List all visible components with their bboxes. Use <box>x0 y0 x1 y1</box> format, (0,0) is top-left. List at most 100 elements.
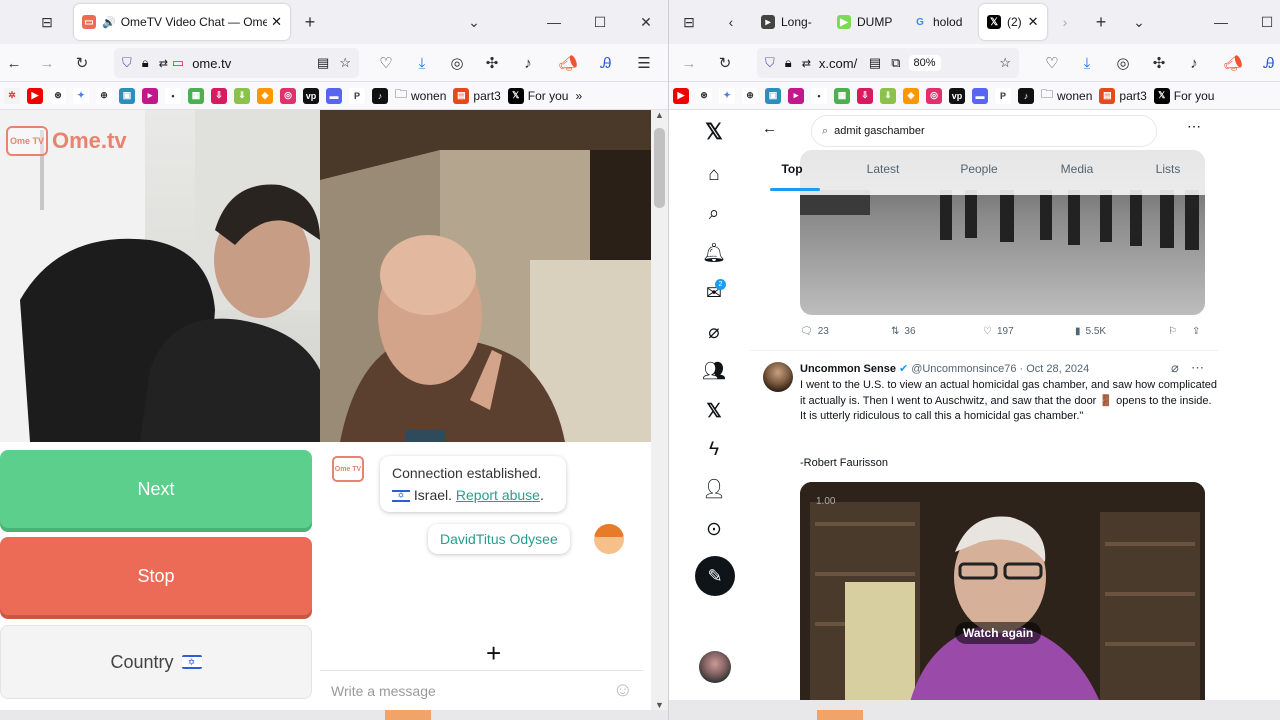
bookmark-for-you[interactable]: 𝕏 For you <box>1153 87 1214 104</box>
account-avatar[interactable] <box>699 651 731 683</box>
chat-icon[interactable]: ▬ <box>972 87 988 104</box>
tweet-video[interactable]: 1.00 Watch again <box>800 482 1205 700</box>
bookmark-wonen[interactable]: 🗀 wonen <box>395 85 446 106</box>
tweet-author-avatar[interactable] <box>763 362 793 392</box>
back-arrow-icon[interactable]: ← <box>762 120 777 137</box>
translate-icon[interactable]: Ꭿ <box>592 49 620 77</box>
sheet-icon[interactable]: ▦ <box>188 87 204 104</box>
bookmark-for-you[interactable]: 𝕏 For you <box>507 87 568 104</box>
translate-icon[interactable]: Ꭿ <box>1255 49 1280 77</box>
dot-icon[interactable]: • <box>811 87 827 104</box>
instagram-icon[interactable]: ◎ <box>280 87 296 104</box>
sheet-icon[interactable]: ▦ <box>834 87 850 104</box>
bookmark-wonen[interactable]: 🗀 wonen <box>1041 85 1092 106</box>
globe-icon[interactable]: ⊕ <box>96 87 112 104</box>
lock-icon[interactable]: 🔒︎ <box>785 55 792 71</box>
bookmark-icon[interactable]: ⚐ <box>1168 326 1177 337</box>
url-bar[interactable]: ⛉ 🔒︎ ⇄ x.com/ ▤ ⧉ 80% ☆ <box>757 48 1019 78</box>
tab-people[interactable]: People <box>954 162 1004 176</box>
forward-icon[interactable]: → <box>675 49 703 77</box>
shield-icon[interactable]: ⛉ <box>122 55 132 71</box>
extensions-icon[interactable]: ✣ <box>1145 49 1173 77</box>
tab-dump[interactable]: ▶ DUMP <box>829 4 899 40</box>
tab-overview-icon[interactable]: ⊟ <box>33 8 61 36</box>
tab-lists[interactable]: Lists <box>1143 162 1193 176</box>
video-icon[interactable]: ▸ <box>142 87 158 104</box>
minimize-icon[interactable]: — <box>540 8 568 36</box>
download-icon[interactable]: ⤓ <box>1073 49 1101 77</box>
messages-icon[interactable]: ✉ 2 <box>695 274 733 312</box>
new-tab-icon[interactable]: + <box>1087 8 1115 36</box>
tweet-date[interactable]: · Oct 28, 2024 <box>1020 363 1090 375</box>
message-input[interactable]: Write a message ☺ <box>320 670 643 710</box>
reload-icon[interactable]: ↻ <box>68 49 96 77</box>
maximize-icon[interactable]: ☐ <box>586 8 614 36</box>
emoji-icon[interactable]: ☺ <box>613 679 633 702</box>
tab-google[interactable]: G holod <box>905 4 975 40</box>
star-icon[interactable]: ☆ <box>999 55 1011 71</box>
more-options-icon[interactable]: ⋯ <box>1187 118 1201 135</box>
extensions-icon[interactable]: ✣ <box>478 49 506 77</box>
like-action[interactable]: ♡ 197 <box>983 326 1014 337</box>
shield-icon[interactable]: ⛉ <box>765 55 775 71</box>
verified-orgs-icon[interactable]: ϟ <box>695 431 733 469</box>
views-action[interactable]: ▮ 5.5K <box>1075 326 1106 337</box>
scroll-up-icon[interactable]: ▲ <box>651 110 668 120</box>
reader-icon[interactable]: ▤ <box>869 55 881 71</box>
vp-icon[interactable]: vp <box>949 87 965 104</box>
screenshot-icon[interactable]: ⧉ <box>891 55 900 71</box>
globe-icon[interactable]: ⊕ <box>742 87 758 104</box>
megaphone-icon[interactable]: 📣︎ <box>554 49 582 77</box>
page-scrollbar[interactable]: ▲ ▼ <box>651 110 668 710</box>
bookmark-part3[interactable]: ▤ part3 <box>453 87 501 104</box>
camera-icon[interactable]: ▭ <box>172 55 184 71</box>
star-icon[interactable]: ☆ <box>339 55 351 71</box>
window-close-icon[interactable]: ✕ <box>632 8 660 36</box>
p-icon[interactable]: P <box>995 87 1011 104</box>
scroll-thumb[interactable] <box>654 128 665 208</box>
menu-icon[interactable]: ☰ <box>630 49 658 77</box>
url-bar[interactable]: ⛉ 🔒︎ ⇄ ▭ ome.tv ▤ ☆ <box>114 48 359 78</box>
profile-icon[interactable]: 👤︎ <box>695 470 733 508</box>
more-bookmarks-icon[interactable]: » <box>575 89 582 103</box>
megaphone-icon[interactable]: 📣︎ <box>1219 49 1247 77</box>
post-button[interactable]: ✎ <box>695 556 735 596</box>
download-icon[interactable]: ⤓ <box>408 49 436 77</box>
reload-icon[interactable]: ↻ <box>711 49 739 77</box>
pocket-icon[interactable]: ♡ <box>372 49 400 77</box>
search-icon[interactable]: ⌕ <box>695 195 733 233</box>
speaker-icon[interactable]: 🔊 <box>102 16 116 29</box>
grok-icon[interactable]: ⌀ <box>695 313 733 351</box>
scroll-down-icon[interactable]: ▼ <box>651 700 668 710</box>
youtube-icon[interactable]: ▶ <box>27 87 43 104</box>
more-icon[interactable]: ⊙ <box>695 510 733 548</box>
tab-scroll-right-icon[interactable]: › <box>1051 8 1079 36</box>
p-icon[interactable]: P <box>349 87 365 104</box>
search-box[interactable]: ⌕ admit gaschamber <box>811 115 1157 147</box>
share-icon[interactable]: ⇪ <box>1192 326 1200 337</box>
tweet-more-icon[interactable]: ⋯ <box>1191 360 1204 376</box>
close-tab-icon[interactable]: ✕ <box>271 14 282 30</box>
country-button[interactable]: Country ✡ <box>0 625 312 699</box>
stop-button[interactable]: Stop <box>0 537 312 615</box>
audio-icon[interactable]: ♪ <box>514 49 542 77</box>
watch-again-button[interactable]: Watch again <box>955 622 1042 644</box>
openai-icon[interactable]: ⊛ <box>696 87 712 104</box>
permissions-icon[interactable]: ⇄ <box>802 57 811 70</box>
next-button[interactable]: Next <box>0 450 312 528</box>
tab-ometv[interactable]: ▭ 🔊 OmeTV Video Chat — Ome ✕ <box>74 4 290 40</box>
vp-icon[interactable]: vp <box>303 87 319 104</box>
youtube-icon[interactable]: ▶ <box>673 87 689 104</box>
tiktok-icon[interactable]: ♪ <box>372 87 388 104</box>
gemini-icon[interactable]: ✦ <box>719 87 735 104</box>
reply-action[interactable]: 🗨︎ 23 <box>800 326 829 337</box>
image-icon[interactable]: ▣ <box>765 87 781 104</box>
tab-top[interactable]: Top <box>770 162 820 191</box>
author-handle[interactable]: @Uncommonsince76 <box>911 363 1016 375</box>
tab-long[interactable]: ▸ Long- <box>753 4 823 40</box>
download-bm-icon[interactable]: ⇩ <box>857 87 873 104</box>
gemini-icon[interactable]: ✦ <box>73 87 89 104</box>
account-icon[interactable]: ◎ <box>443 49 471 77</box>
reader-icon[interactable]: ▤ <box>317 55 329 71</box>
video-icon[interactable]: ▸ <box>788 87 804 104</box>
